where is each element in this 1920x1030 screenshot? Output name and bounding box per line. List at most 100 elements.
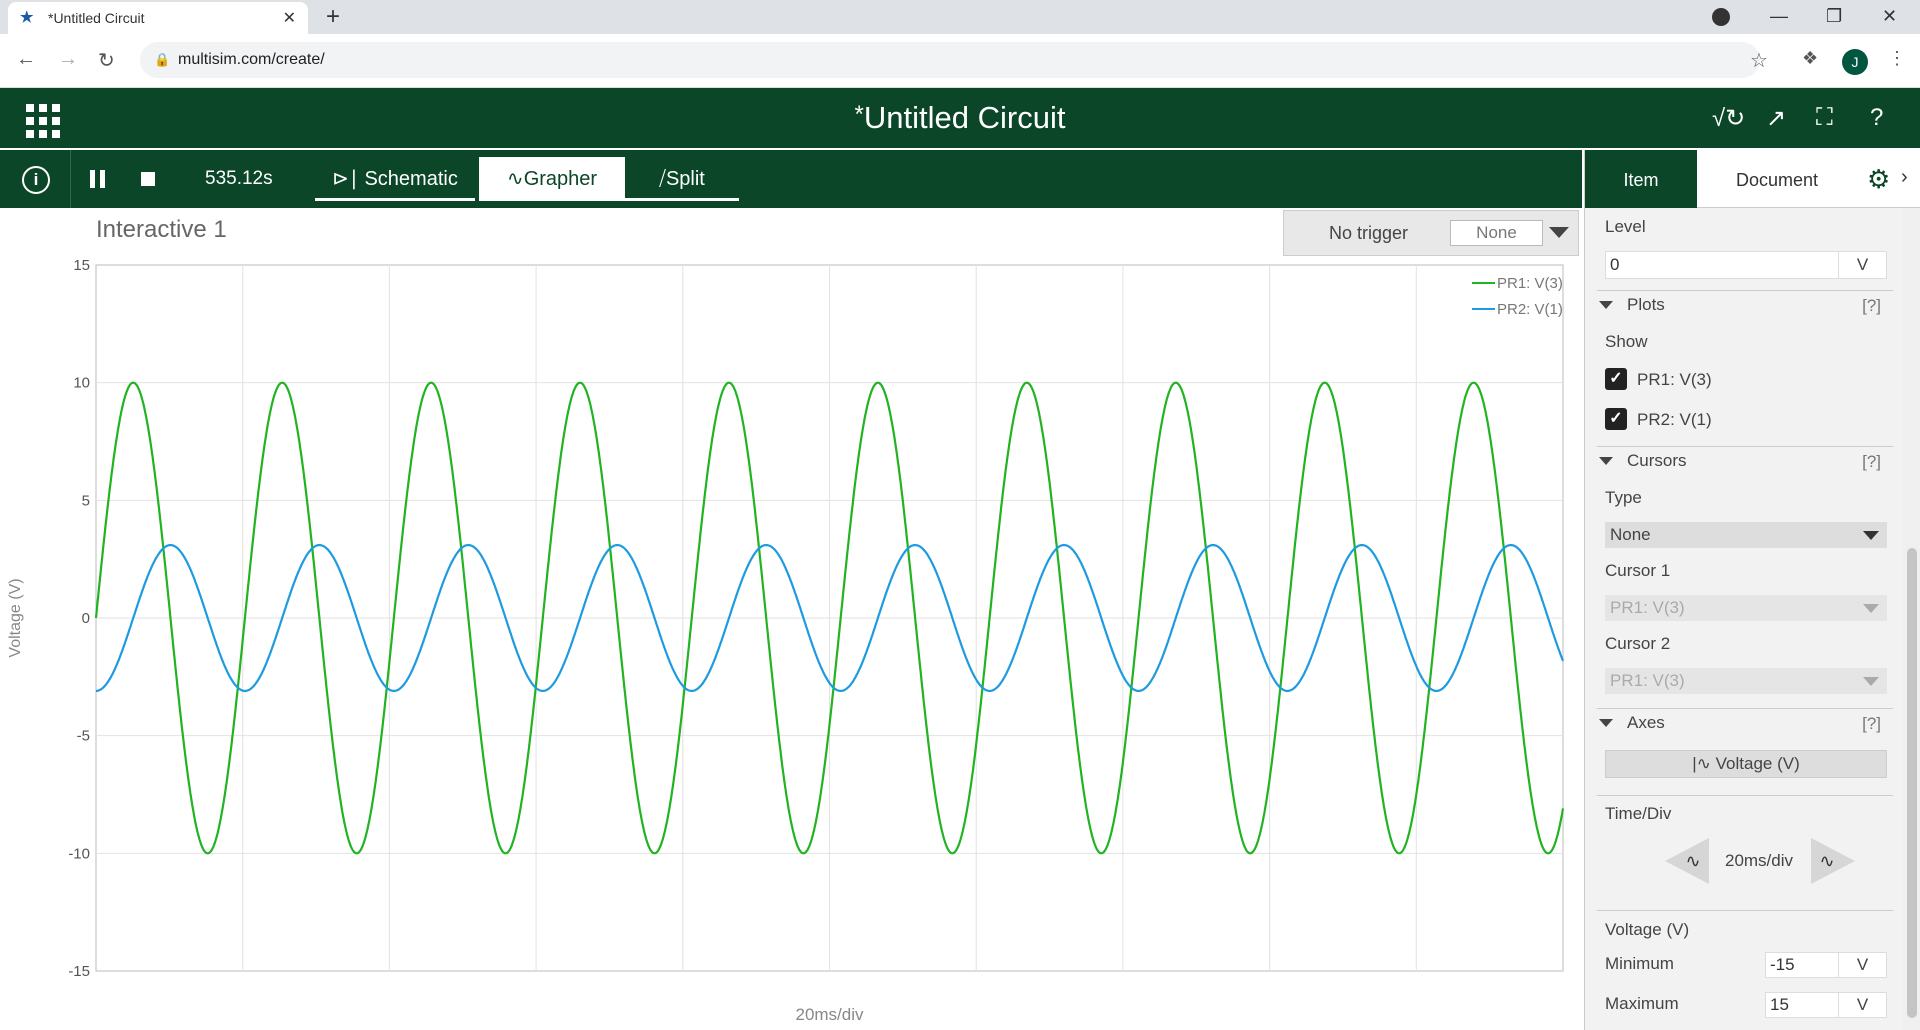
maximum-input[interactable]: 15 V [1765, 992, 1887, 1018]
restore-icon[interactable]: ❐ [1826, 6, 1842, 27]
chevron-right-icon[interactable]: › [1901, 166, 1908, 189]
y-tick-label: 15 [73, 257, 90, 274]
maximum-value: 15 [1770, 995, 1789, 1014]
plots-section-header[interactable]: Plots [?] [1597, 290, 1893, 320]
plots-help-link[interactable]: [?] [1862, 296, 1881, 316]
cursor-type-select[interactable]: None [1605, 522, 1887, 548]
axes-help-link[interactable]: [?] [1862, 714, 1881, 734]
axes-section-title: Axes [1627, 713, 1665, 732]
share-icon[interactable]: ↗ [1766, 104, 1786, 133]
voltage-label: Voltage (V) [1605, 920, 1690, 939]
cursors-help-link[interactable]: [?] [1862, 452, 1881, 472]
info-icon[interactable]: i [22, 166, 50, 194]
multisim-favicon-icon: ★ [20, 9, 34, 26]
grapher-area: 15 10 5 0 -5 -10 -15 Voltage (V) 20ms/div PR1: V(… [0, 208, 1582, 1030]
type-label: Type [1605, 488, 1642, 507]
cursors-section-header[interactable]: Cursors [?] [1597, 446, 1893, 476]
level-value: 0 [1610, 255, 1620, 274]
tab-document[interactable]: Document [1697, 150, 1857, 208]
url-field[interactable]: 🔒 multisim.com/create/ [140, 42, 1760, 78]
divider [1597, 910, 1893, 911]
minimize-icon[interactable]: — [1770, 6, 1788, 27]
simulation-time: 535.12s [205, 168, 273, 189]
app-header: *Untitled Circuit √↻ ↗ ⛶ ? [0, 88, 1920, 148]
browser-menu-icon[interactable]: ⋮ [1888, 48, 1906, 69]
circuit-title[interactable]: *Untitled Circuit [0, 100, 1920, 136]
tab-split[interactable]: ⧸Split [625, 157, 739, 201]
plot1-label: PR1: V(3) [1637, 370, 1712, 389]
extensions-icon[interactable]: ❖ [1802, 48, 1818, 69]
address-bar-row: ← → ↻ 🔒 multisim.com/create/ ☆ ❖ J ⋮ [0, 34, 1920, 88]
cursor1-select[interactable]: PR1: V(3) [1605, 595, 1887, 621]
cursor2-value: PR1: V(3) [1610, 671, 1685, 690]
panel-tabs: Item Document ⚙ › [1585, 150, 1920, 208]
plot2-checkbox[interactable]: ✓ [1605, 408, 1627, 430]
panel-scrollbar[interactable] [1903, 208, 1920, 1030]
reload-icon[interactable]: ↻ [98, 48, 115, 73]
graph-title: Interactive 1 [96, 216, 227, 243]
trigger-label: No trigger [1329, 223, 1409, 243]
back-icon[interactable]: ← [16, 48, 36, 71]
cursor1-label: Cursor 1 [1605, 561, 1671, 580]
tab-item[interactable]: Item [1585, 150, 1697, 208]
scrollbar-thumb[interactable] [1907, 548, 1917, 1018]
timediv-decrease-button[interactable]: ∿ [1665, 838, 1709, 884]
tab-schematic[interactable]: ⊳∣ Schematic [315, 157, 475, 201]
split-view-icon: ⧸ [659, 168, 666, 190]
fullscreen-icon[interactable]: ⛶ [1816, 104, 1833, 132]
cursor2-select[interactable]: PR1: V(3) [1605, 668, 1887, 694]
collapse-triangle-icon [1599, 301, 1613, 309]
properties-panel: Item Document ⚙ › Level 0 V Plots [?] Sh… [1584, 150, 1920, 1030]
y-tick-label: 10 [73, 375, 90, 392]
minimum-label: Minimum [1605, 954, 1674, 973]
profile-avatar[interactable]: J [1842, 49, 1868, 75]
y-tick-label: -5 [77, 728, 90, 745]
y-tick-label: -10 [68, 845, 90, 862]
chevron-down-icon [1863, 604, 1879, 613]
y-tick-label: 5 [82, 492, 90, 509]
sine-wave-icon: ∿ [506, 168, 524, 190]
trigger-dropdown-icon[interactable] [1549, 227, 1569, 238]
close-window-icon[interactable]: ✕ [1882, 6, 1897, 27]
browser-menu-dropdown-icon[interactable] [1712, 8, 1730, 26]
plots-section-title: Plots [1627, 295, 1665, 314]
browser-tab[interactable]: ★ *Untitled Circuit ✕ [8, 2, 308, 34]
minimum-input[interactable]: -15 V [1765, 952, 1887, 978]
grapher-toolbar: i 535.12s ⊳∣ Schematic ∿Grapher ⧸Split [0, 150, 1582, 208]
run-simulation-icon[interactable]: √↻ [1712, 104, 1745, 133]
help-icon[interactable]: ? [1870, 104, 1883, 132]
minimum-value: -15 [1770, 955, 1795, 974]
forward-icon[interactable]: → [58, 48, 78, 71]
url-text: multisim.com/create/ [178, 51, 325, 68]
stop-icon[interactable] [141, 172, 155, 186]
axes-section-header[interactable]: Axes [?] [1597, 708, 1893, 738]
cursor-type-value: None [1610, 525, 1651, 544]
schematic-icon: ⊳∣ [332, 168, 359, 190]
trigger-control: No trigger None [1283, 210, 1579, 256]
level-label: Level [1605, 217, 1646, 236]
bookmark-star-icon[interactable]: ☆ [1750, 48, 1768, 73]
timediv-increase-button[interactable]: ∿ [1811, 838, 1855, 884]
cursor2-label: Cursor 2 [1605, 634, 1671, 653]
cursors-section-title: Cursors [1627, 451, 1687, 470]
voltage-chart[interactable]: 15 10 5 0 -5 -10 -15 Voltage (V) 20ms/div PR1: V(… [0, 208, 1582, 1030]
tab-grapher[interactable]: ∿Grapher [479, 157, 625, 201]
browser-tab-bar: ★ *Untitled Circuit ✕ + — ❐ ✕ [0, 0, 1920, 34]
level-input[interactable]: 0 V [1605, 251, 1887, 279]
plot1-checkbox[interactable]: ✓ [1605, 368, 1627, 390]
collapse-triangle-icon [1599, 457, 1613, 465]
gear-icon[interactable]: ⚙ [1867, 164, 1890, 195]
show-label: Show [1605, 332, 1648, 351]
voltage-axis-button[interactable]: |∿ Voltage (V) [1605, 750, 1887, 778]
trigger-select[interactable]: None [1450, 220, 1543, 246]
new-tab-icon[interactable]: + [326, 4, 340, 30]
circuit-title-text: Untitled Circuit [863, 100, 1066, 135]
close-tab-icon[interactable]: ✕ [283, 8, 296, 28]
cursor1-value: PR1: V(3) [1610, 598, 1685, 617]
y-tick-label: -15 [68, 963, 90, 980]
level-unit: V [1838, 252, 1886, 278]
maximum-unit: V [1838, 993, 1886, 1017]
pause-icon[interactable] [90, 170, 106, 188]
tab-schematic-label: Schematic [364, 168, 458, 190]
lock-icon: 🔒 [154, 52, 171, 67]
